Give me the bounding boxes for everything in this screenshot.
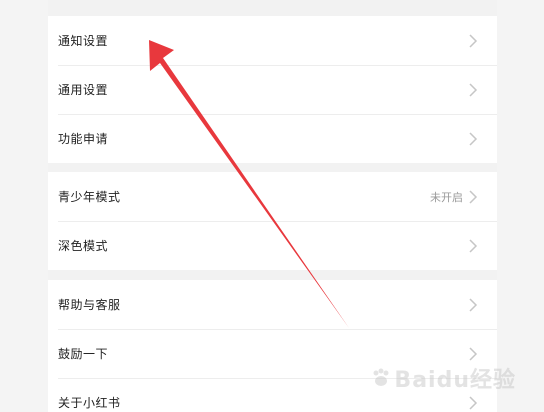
row-label: 通用设置	[58, 83, 109, 97]
row-label: 功能申请	[58, 132, 109, 146]
row-label: 鼓励一下	[58, 347, 109, 361]
settings-row-notifications[interactable]: 通知设置	[48, 16, 497, 65]
chevron-right-icon	[467, 33, 479, 49]
settings-row-help[interactable]: 帮助与客服	[48, 280, 497, 329]
chevron-right-icon	[467, 346, 479, 362]
settings-row-youth-mode[interactable]: 青少年模式 未开启	[48, 172, 497, 221]
baidu-paw-icon	[373, 368, 389, 386]
chevron-right-icon	[467, 238, 479, 254]
chevron-right-icon	[467, 395, 479, 411]
baidu-watermark: Baidu经验	[368, 362, 516, 394]
row-label: 深色模式	[58, 239, 109, 253]
settings-panel: 通知设置 通用设置 功能申请 青少年模式 未开启 深色模式 帮助与客服 鼓励一下…	[48, 0, 497, 412]
settings-row-feature-request[interactable]: 功能申请	[48, 114, 497, 163]
settings-row-general[interactable]: 通用设置	[48, 65, 497, 114]
chevron-right-icon	[467, 189, 479, 205]
settings-row-dark-mode[interactable]: 深色模式	[48, 221, 497, 270]
chevron-right-icon	[467, 297, 479, 313]
settings-group-general: 通知设置 通用设置 功能申请	[48, 16, 497, 163]
row-label: 通知设置	[58, 34, 109, 48]
youth-mode-status: 未开启	[430, 190, 463, 204]
row-label: 帮助与客服	[58, 298, 121, 312]
watermark-text: Baidu经验	[394, 368, 516, 393]
row-label: 青少年模式	[58, 190, 121, 204]
row-label: 关于小红书	[58, 396, 121, 410]
screenshot-stage: 通知设置 通用设置 功能申请 青少年模式 未开启 深色模式 帮助与客服 鼓励一下…	[0, 0, 544, 412]
chevron-right-icon	[467, 131, 479, 147]
chevron-right-icon	[467, 82, 479, 98]
settings-group-display: 青少年模式 未开启 深色模式	[48, 172, 497, 270]
